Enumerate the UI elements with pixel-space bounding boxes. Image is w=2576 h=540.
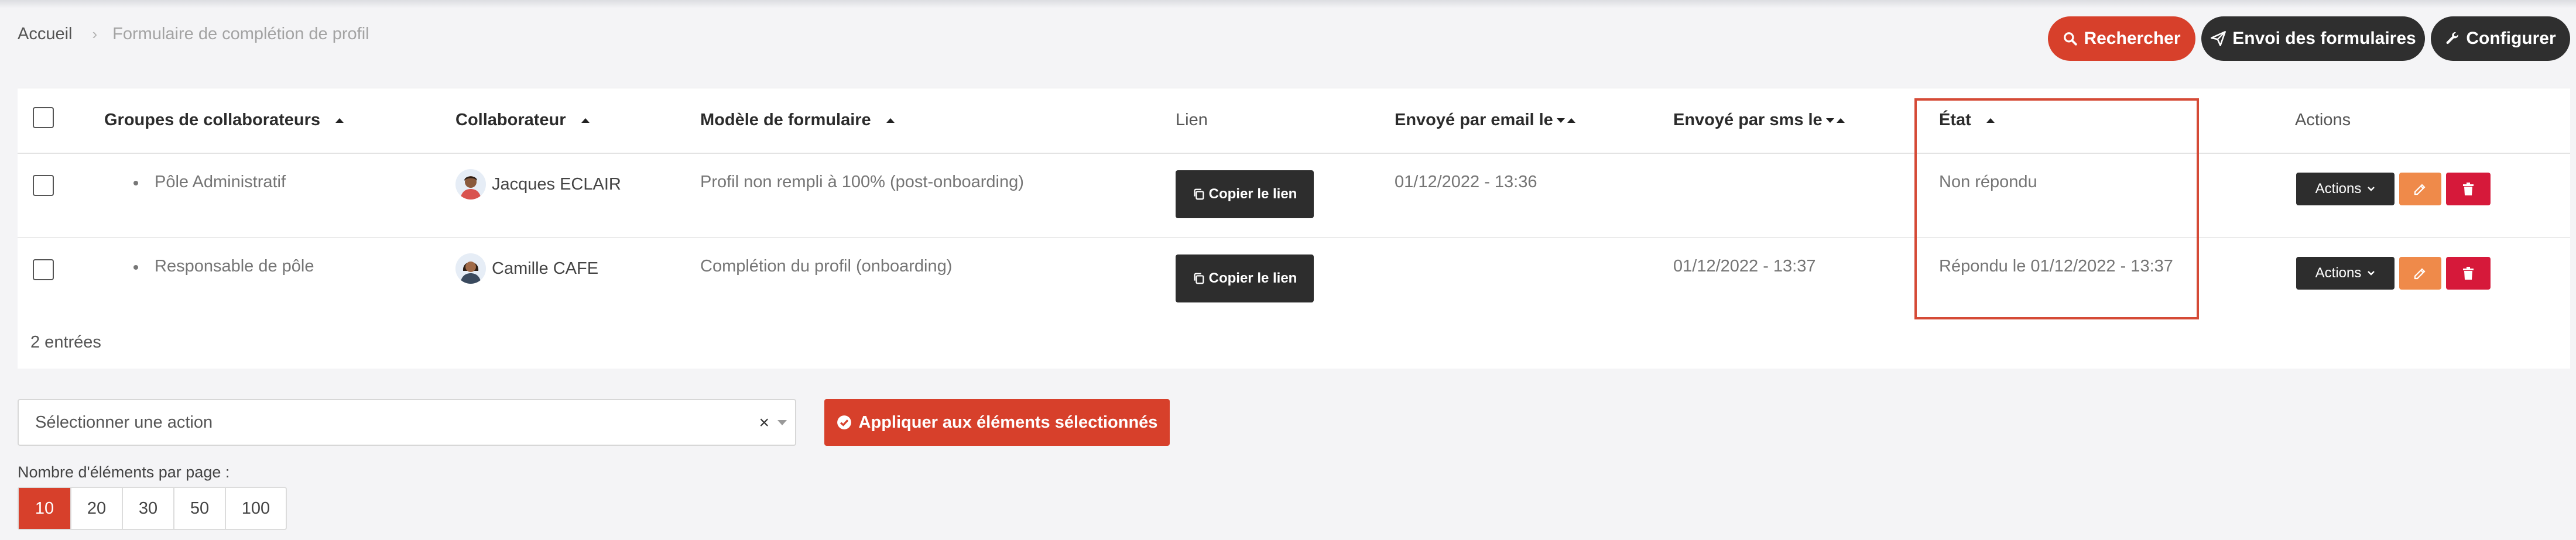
check-circle-icon (837, 415, 851, 429)
copy-icon (1194, 273, 1204, 284)
row-template: Complétion du profil (onboarding) (700, 257, 953, 276)
copy-link-button[interactable]: Copier le lien (1176, 170, 1314, 218)
column-header-actions: Actions (2295, 111, 2351, 130)
wrench-icon (2446, 32, 2459, 44)
per-page-option-20[interactable]: 20 (70, 488, 122, 529)
state-column-highlight (1914, 98, 2199, 319)
sort-desc-icon (1556, 118, 1565, 123)
breadcrumb-home[interactable]: Accueil (18, 25, 73, 44)
breadcrumb: Accueil › Formulaire de complétion de pr… (18, 22, 369, 46)
apply-selected-button[interactable]: Appliquer aux éléments sélectionnés (824, 399, 1170, 446)
row-employee[interactable]: Camille CAFE (455, 253, 598, 284)
column-header-sent-email[interactable]: Envoyé par email le (1395, 111, 1575, 130)
bulk-action-placeholder: Sélectionner une action (35, 412, 213, 432)
sort-asc-icon (335, 118, 344, 123)
column-header-link-label: Lien (1176, 111, 1208, 129)
row-checkbox[interactable] (33, 259, 54, 280)
sort-desc-icon (1825, 118, 1834, 123)
caret-down-icon (777, 420, 787, 425)
configure-button[interactable]: Configurer (2431, 16, 2570, 61)
select-all-checkbox[interactable] (33, 107, 54, 128)
configure-button-label: Configurer (2466, 29, 2556, 48)
row-sent-sms: 01/12/2022 - 13:37 (1673, 257, 1816, 276)
trash-icon (2463, 267, 2474, 280)
breadcrumb-separator: › (92, 25, 98, 43)
column-header-group-label: Groupes de collaborateurs (104, 111, 321, 129)
row-group: Pôle Administratif (133, 173, 286, 191)
row-actions-label: Actions (2315, 265, 2362, 281)
row-checkbox[interactable] (33, 175, 54, 196)
copy-link-button[interactable]: Copier le lien (1176, 254, 1314, 302)
copy-link-label: Copier le lien (1208, 270, 1297, 286)
row-actions-label: Actions (2315, 181, 2362, 197)
row-actions-dropdown[interactable]: Actions (2296, 257, 2395, 290)
sort-asc-icon (1836, 118, 1845, 123)
edit-icon (2414, 184, 2426, 195)
copy-icon (1194, 188, 1204, 200)
edit-button[interactable] (2399, 257, 2441, 290)
avatar (455, 169, 486, 200)
row-sent-email: 01/12/2022 - 13:36 (1395, 173, 1537, 191)
row-employee[interactable]: Jacques ECLAIR (455, 169, 621, 200)
column-header-actions-label: Actions (2295, 111, 2351, 129)
apply-selected-label: Appliquer aux éléments sélectionnés (858, 412, 1158, 432)
delete-button[interactable] (2446, 257, 2491, 290)
search-button-label: Rechercher (2084, 29, 2181, 48)
per-page-option-10[interactable]: 10 (19, 488, 70, 529)
search-button[interactable]: Rechercher (2048, 16, 2195, 61)
per-page-option-100[interactable]: 100 (225, 488, 286, 529)
clear-icon[interactable]: × (759, 413, 769, 433)
column-header-sent-sms[interactable]: Envoyé par sms le (1673, 111, 1845, 130)
chevron-down-icon (2368, 187, 2375, 191)
column-header-employee[interactable]: Collaborateur (455, 111, 590, 130)
column-header-group[interactable]: Groupes de collaborateurs (104, 111, 344, 130)
paper-plane-icon (2211, 31, 2226, 46)
sort-asc-icon (581, 118, 590, 123)
per-page-option-30[interactable]: 30 (122, 488, 173, 529)
per-page-selector: 10 20 30 50 100 (18, 487, 287, 530)
column-header-sent-sms-label: Envoyé par sms le (1673, 111, 1823, 129)
bulk-action-select[interactable]: Sélectionner une action × (18, 399, 796, 446)
sort-asc-icon (886, 118, 895, 123)
per-page-option-50[interactable]: 50 (173, 488, 225, 529)
sort-asc-icon (1567, 118, 1575, 123)
top-shadow (0, 0, 2576, 8)
per-page-label: Nombre d'éléments par page : (18, 463, 230, 481)
chevron-down-icon (2368, 271, 2375, 276)
breadcrumb-current: Formulaire de complétion de profil (112, 24, 369, 43)
row-group: Responsable de pôle (133, 257, 314, 276)
row-employee-name: Camille CAFE (492, 259, 599, 278)
entries-count: 2 entrées (30, 333, 101, 352)
avatar (455, 253, 486, 284)
edit-button[interactable] (2399, 173, 2441, 205)
delete-button[interactable] (2446, 173, 2491, 205)
column-header-template[interactable]: Modèle de formulaire (700, 111, 895, 130)
column-header-employee-label: Collaborateur (455, 111, 566, 129)
column-header-sent-email-label: Envoyé par email le (1395, 111, 1553, 129)
column-header-link: Lien (1176, 111, 1208, 130)
trash-icon (2463, 183, 2474, 195)
copy-link-label: Copier le lien (1208, 186, 1297, 202)
row-template: Profil non rempli à 100% (post-onboardin… (700, 173, 1024, 191)
edit-icon (2414, 268, 2426, 280)
row-employee-name: Jacques ECLAIR (492, 174, 621, 194)
send-forms-button-label: Envoi des formulaires (2232, 29, 2416, 48)
row-actions-dropdown[interactable]: Actions (2296, 173, 2395, 205)
search-icon (2064, 32, 2078, 46)
column-header-template-label: Modèle de formulaire (700, 111, 871, 129)
send-forms-button[interactable]: Envoi des formulaires (2201, 16, 2425, 61)
